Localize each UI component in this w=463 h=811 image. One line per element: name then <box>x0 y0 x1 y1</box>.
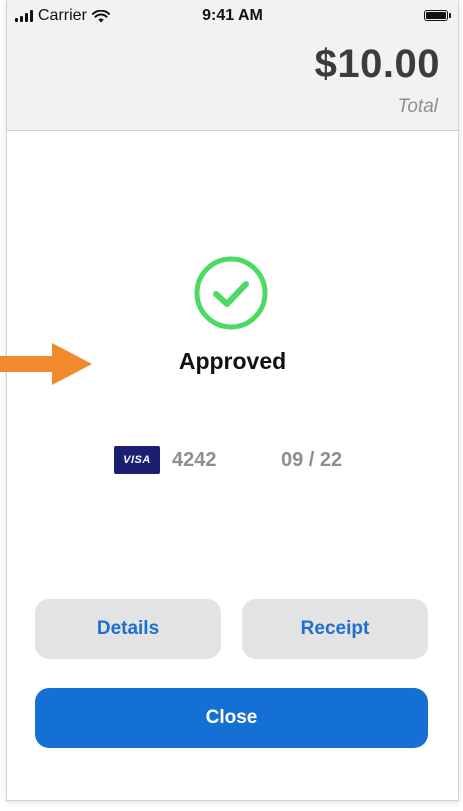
details-button[interactable]: Details <box>35 599 221 659</box>
close-button[interactable]: Close <box>35 688 428 748</box>
visa-card-logo: VISA <box>114 446 160 474</box>
receipt-button[interactable]: Receipt <box>242 599 428 659</box>
battery-icon <box>424 10 451 21</box>
card-expiry: 09 / 22 <box>281 449 343 471</box>
check-circle-icon <box>194 256 268 330</box>
total-header: $10.00 Total <box>7 34 458 131</box>
total-amount: $10.00 <box>314 42 440 86</box>
card-last-four: 4242 <box>172 449 217 471</box>
status-bar: Carrier 9:41 AM <box>7 0 458 34</box>
status-time: 9:41 AM <box>202 7 263 24</box>
arrow-pointer-icon <box>0 343 92 385</box>
total-label: Total <box>397 96 439 117</box>
payment-result-screen: Carrier 9:41 AM $10.00 Total Approved VI… <box>6 0 459 801</box>
